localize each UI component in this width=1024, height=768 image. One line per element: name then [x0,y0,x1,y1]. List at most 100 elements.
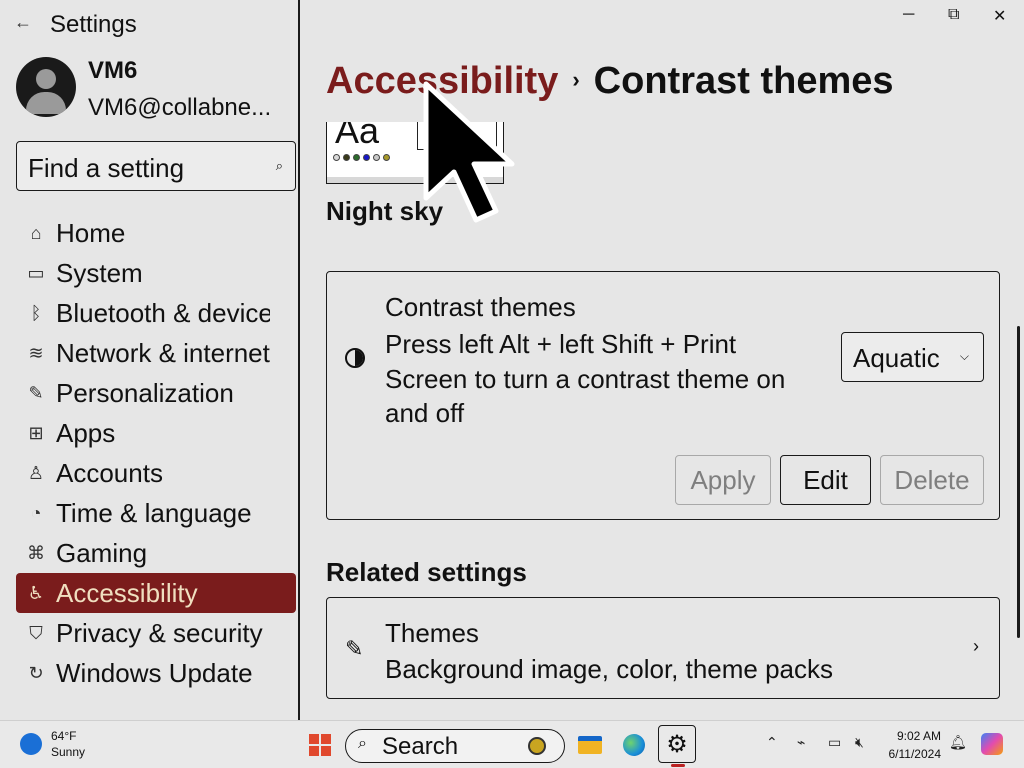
search-icon: ⌕ [275,158,283,173]
user-email: VM6@collabne... [88,94,272,121]
search-placeholder: Find a setting [28,153,185,183]
home-icon: ⌂ [30,222,42,243]
sidebar-item-label: Network & internet [56,337,270,368]
avatar[interactable] [16,57,76,117]
sidebar-item-accounts[interactable]: ♙ Accounts [16,453,296,493]
sidebar-item-label: Apps [56,417,116,448]
chevron-right-icon: › [973,636,979,656]
preview-color-dot [353,154,360,161]
search-icon: ⌕ [358,735,367,752]
volume-muted-icon[interactable]: 🔇︎ [855,734,864,751]
sidebar-item-label: Home [56,217,126,248]
taskbar-search[interactable]: ⌕ Search [345,729,565,763]
monitor-icon: ▭ [27,262,45,283]
search-input[interactable]: Find a setting ⌕ [16,141,296,191]
display-icon[interactable]: ▭ [828,734,841,751]
preview-color-dot [343,154,350,161]
gear-icon: ⚙ [666,730,688,758]
sidebar-item-label: Accounts [56,457,163,488]
start-button[interactable] [309,734,331,756]
brush-icon: ✎ [345,636,364,661]
sidebar-item-home[interactable]: ⌂ Home [16,213,296,253]
notification-bell-icon[interactable]: 🔔︎ [949,734,967,751]
delete-button[interactable]: Delete [880,455,984,505]
edge-browser-icon[interactable] [619,730,649,760]
sidebar-item-label: Gaming [56,537,148,568]
file-explorer-icon[interactable] [575,730,605,760]
sidebar-item-personalization[interactable]: ✎ Personalization [16,373,296,413]
weather-description[interactable]: Sunny [51,745,85,759]
contrast-themes-title: Contrast themes [385,292,576,322]
brush-icon: ✎ [28,382,44,403]
taskbar: 64°F Sunny ⌕ Search ⚙ ⌃ ⌁ ▭ 🔇︎ 9:02 AM 6… [0,720,1024,768]
contrast-themes-card: Contrast themes Press left Alt + left Sh… [326,271,1000,520]
sidebar-item-bluetooth[interactable]: ᛒ Bluetooth & devices [16,293,296,333]
settings-app-icon[interactable]: ⚙ [658,725,696,767]
active-app-indicator [671,764,685,767]
update-icon: ↻ [28,662,44,683]
taskbar-search-label: Search [382,733,459,760]
sidebar-item-accessibility[interactable]: ♿ Accessibility [16,573,296,613]
taskbar-clock[interactable]: 9:02 AM 6/11/2024 [883,727,942,763]
search-highlight-icon [528,737,546,755]
sidebar-item-windows-update[interactable]: ↻ Windows Update [16,653,296,693]
apps-icon: ⊞ [28,422,44,443]
wifi-icon: ≋ [28,342,44,363]
contrast-themes-description: Press left Alt + left Shift + Print Scre… [385,329,786,428]
preview-color-dot [373,154,380,161]
bluetooth-icon: ᛒ [30,302,42,323]
contrast-theme-selected-value: Aquatic [853,343,940,373]
apply-button[interactable]: Apply [675,455,771,505]
clock-time: 9:02 AM [896,729,941,743]
preview-color-dots [333,154,390,161]
network-off-icon[interactable]: ⌁ [797,734,805,751]
chevron-up-icon[interactable]: ⌃ [766,734,778,751]
sidebar-item-time-language[interactable]: ◔ Time & language [16,493,296,533]
main-scrollbar[interactable] [1017,326,1020,638]
clock-date: 6/11/2024 [888,747,942,761]
sidebar-item-label: Bluetooth & devices [56,297,270,328]
preview-color-dot [363,154,370,161]
breadcrumb: Accessibility › Contrast themes [326,60,894,103]
edit-button[interactable]: Edit [780,455,871,505]
person-icon: ♙ [27,462,45,483]
sidebar-item-label: Privacy & security [56,617,263,648]
restore-button[interactable]: ⧉ [948,6,959,24]
weather-icon[interactable] [20,733,42,755]
sidebar-item-label: System [56,257,143,288]
sidebar-item-label: Personalization [56,377,234,408]
back-arrow-icon[interactable]: ← [14,12,32,33]
themes-title: Themes [385,618,479,648]
sidebar: ← Settings VM6 VM6@collabne... Find a se… [0,0,298,720]
copilot-icon[interactable] [981,733,1003,755]
app-title: Settings [50,11,137,38]
breadcrumb-separator-icon: › [572,67,580,92]
themes-link-card[interactable]: ✎ Themes Background image, color, theme … [326,597,1000,699]
minimize-button[interactable]: ─ [903,6,914,24]
preview-color-dot [383,154,390,161]
sidebar-divider [298,0,300,720]
mouse-cursor-icon [423,81,515,223]
weather-temperature[interactable]: 64°F [51,729,76,743]
chevron-down-icon: ⌵ [959,349,969,363]
gamepad-icon: ⌘ [27,542,45,563]
contrast-icon [345,348,365,368]
sidebar-item-label: Windows Update [56,657,253,688]
page-title: Contrast themes [593,60,894,102]
sidebar-item-label: Time & language [56,497,252,528]
sidebar-item-label: Accessibility [56,577,198,608]
close-button[interactable]: ✕ [993,6,1006,26]
preview-sample-text: Aa [335,122,380,151]
clock-language-icon: ◔ [30,502,42,523]
contrast-theme-select[interactable]: Aquatic ⌵ [841,332,984,382]
sidebar-nav: ⌂ Home ▭ System ᛒ Bluetooth & devices ≋ … [16,213,296,693]
themes-subtitle: Background image, color, theme packs [385,654,834,684]
sidebar-item-network[interactable]: ≋ Network & internet [16,333,296,373]
preview-color-dot [333,154,340,161]
sidebar-item-gaming[interactable]: ⌘ Gaming [16,533,296,573]
sidebar-item-apps[interactable]: ⊞ Apps [16,413,296,453]
sidebar-item-privacy[interactable]: ⛉ Privacy & security [16,613,296,653]
related-settings-heading: Related settings [326,557,527,587]
accessibility-icon: ♿ [27,582,45,603]
sidebar-item-system[interactable]: ▭ System [16,253,296,293]
